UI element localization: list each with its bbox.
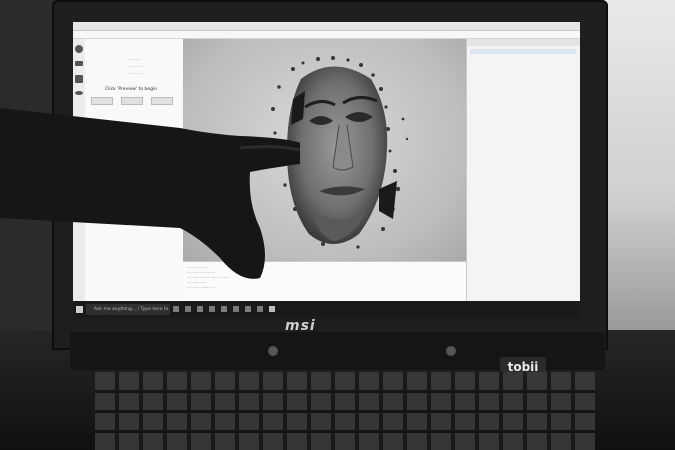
panel-button[interactable] [151,97,173,105]
laptop-brand-logo: msi [285,318,316,334]
taskbar-app-icon[interactable] [245,306,251,312]
taskbar-app-icon[interactable] [185,306,191,312]
right-panel [466,39,580,301]
taskbar-app-icon[interactable] [221,306,227,312]
pointing-hand [0,108,300,279]
key-row-gap [95,390,595,393]
preview-prompt: Click 'Preview' to begin [105,87,158,92]
taskbar-app-icon-active[interactable] [269,306,275,312]
taskbar-app-icon[interactable] [233,306,239,312]
panel-button[interactable] [121,97,143,105]
panel-button[interactable] [91,97,113,105]
key-row-gap [95,410,595,413]
search-placeholder: Ask me anything... / Type here to search [94,307,169,312]
scan-list-row[interactable] [470,49,576,54]
windows-start-icon[interactable] [76,306,83,313]
fingerprint-icon[interactable] [75,75,83,83]
taskbar-search-box[interactable]: Ask me anything... / Type here to search [86,304,170,315]
window-titlebar [73,22,580,31]
taskbar-app-icon[interactable] [197,306,203,312]
taskbar-app-icon[interactable] [209,306,215,312]
hand-icon[interactable] [75,91,83,95]
right-panel-header [467,39,580,46]
laptop-keyboard [95,372,595,450]
key-row-gap [95,430,595,433]
task-view-icon[interactable] [173,306,179,312]
status-line: ......... ... [127,57,142,61]
windows-taskbar: Ask me anything... / Type here to search [73,301,580,318]
status-line: ......... .... [127,64,143,68]
capture-tool-icon[interactable] [75,45,83,53]
hinge-light [268,346,278,356]
brush-tool-icon[interactable] [75,61,83,66]
hinge-light [446,346,456,356]
status-line: ......... .... [127,71,143,75]
menu-bar [73,31,580,39]
taskbar-app-icon[interactable] [257,306,263,312]
